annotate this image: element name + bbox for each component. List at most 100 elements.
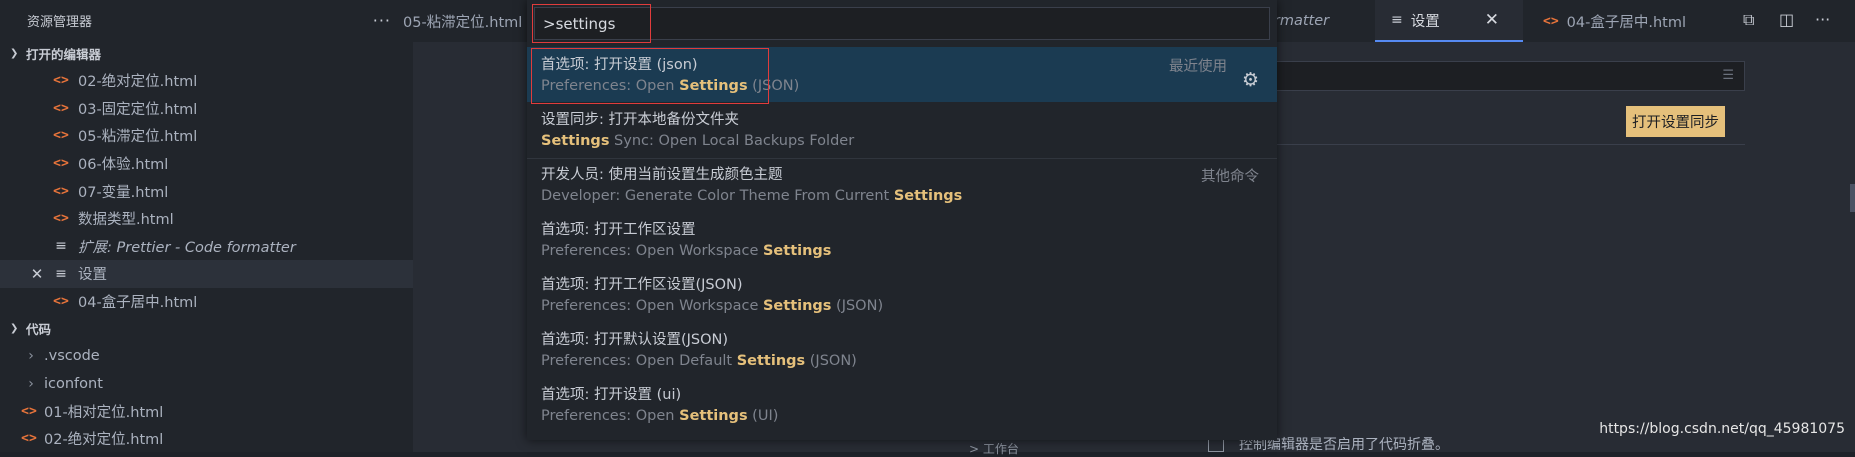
match-highlight: Settings <box>762 243 832 259</box>
settings-file-icon: ≡ <box>1391 12 1403 28</box>
chevron-down-icon: ❯ <box>10 48 19 59</box>
command-subtitle: Preferences: Open Default Settings (JSON… <box>541 353 857 369</box>
command-subtitle-suffix: (UI) <box>747 408 779 424</box>
html-file-icon: <> <box>53 183 69 199</box>
split-editor-icon[interactable]: ◫ <box>1779 10 1794 29</box>
open-editor-item[interactable]: <> 07-变量.html <box>0 177 413 205</box>
folder-item[interactable]: › .vscode <box>0 342 413 370</box>
open-settings-sync-button[interactable]: 打开设置同步 <box>1626 106 1725 137</box>
match-highlight: Settings <box>762 298 832 314</box>
more-actions-icon[interactable]: ··· <box>373 11 391 30</box>
command-subtitle-prefix: Preferences: Open Workspace <box>541 243 763 259</box>
open-editor-item[interactable]: <> 03-固定定位.html <box>0 95 413 123</box>
close-icon[interactable]: ✕ <box>24 265 50 283</box>
command-subtitle: Preferences: Open Settings (JSON) <box>541 78 799 94</box>
html-file-icon: <> <box>21 403 37 419</box>
command-title: 开发人员: 使用当前设置生成颜色主题 <box>541 167 783 183</box>
command-item[interactable]: 开发人员: 使用当前设置生成颜色主题 Developer: Generate Co… <box>527 157 1277 212</box>
open-editor-label: 04-盒子居中.html <box>78 295 198 312</box>
explorer-title: 资源管理器 <box>27 14 93 30</box>
file-item[interactable]: <> 01-相对定位.html <box>0 398 413 426</box>
tree-item-label: iconfont <box>44 375 103 392</box>
command-subtitle: Preferences: Open Settings (UI) <box>541 408 778 424</box>
command-subtitle-suffix: (JSON) <box>747 78 800 94</box>
folder-tree: › .vscode › iconfont <> 01-相对定位.html <> 02-绝对定位… <box>0 342 413 452</box>
open-editor-label: 06-体验.html <box>78 157 169 174</box>
settings-search-input[interactable]: ☰ <box>1273 61 1745 91</box>
tab-label: 05-粘滞定位.html <box>403 14 523 31</box>
open-editor-label: 05-粘滞定位.html <box>78 129 198 146</box>
command-item[interactable]: 设置同步: 打开本地备份文件夹 Settings Sync: Open Local… <box>527 102 1277 157</box>
match-highlight: Settings <box>541 133 610 149</box>
open-editor-label: 07-变量.html <box>78 184 169 201</box>
html-file-icon: <> <box>53 128 69 144</box>
filter-icon[interactable]: ☰ <box>1722 68 1734 83</box>
command-subtitle-prefix: Preferences: Open <box>541 408 680 424</box>
match-highlight: Settings <box>736 353 806 369</box>
settings-file-icon: ≡ <box>55 238 67 255</box>
command-item[interactable]: 首选项: 打开工作区设置(JSON) Preferences: Open Work… <box>527 267 1277 322</box>
chevron-right-icon: › <box>28 348 34 365</box>
tab-sticky-position[interactable]: 05-粘滞定位.html <box>403 0 522 42</box>
open-editor-label: 03-固定定位.html <box>78 101 198 118</box>
settings-divider <box>1273 144 1745 145</box>
match-highlight: Settings <box>679 78 748 94</box>
folder-item[interactable]: › iconfont <box>0 370 413 398</box>
watermark: https://blog.csdn.net/qq_45981075 <box>1599 421 1845 437</box>
open-editor-label: 扩展: Prettier - Code formatter <box>78 239 296 256</box>
html-file-icon: <> <box>53 294 69 310</box>
scrollbar-marker[interactable] <box>1850 184 1855 212</box>
open-editor-item[interactable]: ≡ 扩展: Prettier - Code formatter <box>0 233 413 261</box>
folder-label: 代码 <box>26 322 52 338</box>
command-subtitle: Developer: Generate Color Theme From Cur… <box>541 188 962 204</box>
match-highlight: Settings <box>893 188 963 204</box>
match-highlight: Settings <box>679 408 748 424</box>
html-file-icon: <> <box>53 156 69 172</box>
command-title: 设置同步: 打开本地备份文件夹 <box>541 112 739 128</box>
chevron-down-icon: ❯ <box>10 323 19 335</box>
tab-label: 04-盒子居中.html <box>1566 14 1686 31</box>
gear-icon[interactable]: ⚙ <box>1242 69 1259 91</box>
command-subtitle-suffix: Sync: Open Local Backups Folder <box>609 133 855 149</box>
explorer-header: 资源管理器 ··· <box>0 0 413 40</box>
command-subtitle-prefix: Developer: Generate Color Theme From Cur… <box>541 188 894 204</box>
open-editor-item[interactable]: <> 06-体验.html <box>0 150 413 178</box>
close-icon[interactable]: ✕ <box>1485 10 1499 30</box>
command-title: 首选项: 打开工作区设置(JSON) <box>541 277 743 293</box>
folder-section[interactable]: ❯ 代码 <box>0 315 413 342</box>
tab-box-center[interactable]: <> 04-盒子居中.html <box>1543 0 1686 42</box>
command-palette-input[interactable]: >settings <box>534 7 1270 40</box>
open-editors-section[interactable]: ❯ 打开的编辑器 <box>0 40 413 67</box>
command-subtitle: Preferences: Open Workspace Settings <box>541 243 831 259</box>
command-palette: >settings 首选项: 打开设置 (json) Preferences: O… <box>527 0 1277 440</box>
open-editor-item[interactable]: ✕ ≡ 设置 <box>0 260 413 288</box>
tab-label: 设置 <box>1410 13 1440 30</box>
command-item[interactable]: 首选项: 打开设置 (json) Preferences: Open Settin… <box>527 47 1277 102</box>
settings-file-icon: ≡ <box>55 265 67 282</box>
html-file-icon: <> <box>53 100 69 116</box>
file-item[interactable]: <> 02-绝对定位.html <box>0 425 413 453</box>
open-editor-item[interactable]: <> 02-绝对定位.html <box>0 67 413 95</box>
more-actions-icon[interactable]: ··· <box>1815 10 1830 29</box>
workbench-tree-item[interactable]: > 工作台 <box>969 440 1019 457</box>
chevron-right-icon: › <box>28 375 34 392</box>
open-editor-item[interactable]: <> 05-粘滞定位.html <box>0 122 413 150</box>
explorer-sidebar: 资源管理器 ··· ❯ 打开的编辑器 <> 02-绝对定位.html <> 03-固定… <box>0 0 413 452</box>
open-editor-label: 02-绝对定位.html <box>78 74 198 91</box>
open-editors-label: 打开的编辑器 <box>26 47 102 62</box>
tree-item-label: 02-绝对定位.html <box>44 432 164 449</box>
command-title: 首选项: 打开工作区设置 <box>541 222 696 238</box>
open-editor-item[interactable]: <> 04-盒子居中.html <box>0 288 413 316</box>
command-item[interactable]: 首选项: 打开工作区设置 Preferences: Open Workspace … <box>527 212 1277 267</box>
command-item[interactable]: 首选项: 打开默认设置(JSON) Preferences: Open Defau… <box>527 322 1277 377</box>
tab-settings[interactable]: ≡ 设置 ✕ <box>1375 0 1523 42</box>
html-file-icon: <> <box>21 431 37 447</box>
html-file-icon: <> <box>53 211 69 227</box>
command-title: 首选项: 打开设置 (json) <box>541 57 698 73</box>
command-item[interactable]: 首选项: 打开设置 (ui) Preferences: Open Settings… <box>527 377 1277 432</box>
open-settings-json-icon[interactable]: ⧉ <box>1743 10 1754 30</box>
command-subtitle: Preferences: Open Workspace Settings (JS… <box>541 298 883 314</box>
open-editor-item[interactable]: <> 数据类型.html <box>0 205 413 233</box>
command-group-label: 最近使用 <box>1169 59 1227 75</box>
command-subtitle-prefix: Preferences: Open Workspace <box>541 298 763 314</box>
